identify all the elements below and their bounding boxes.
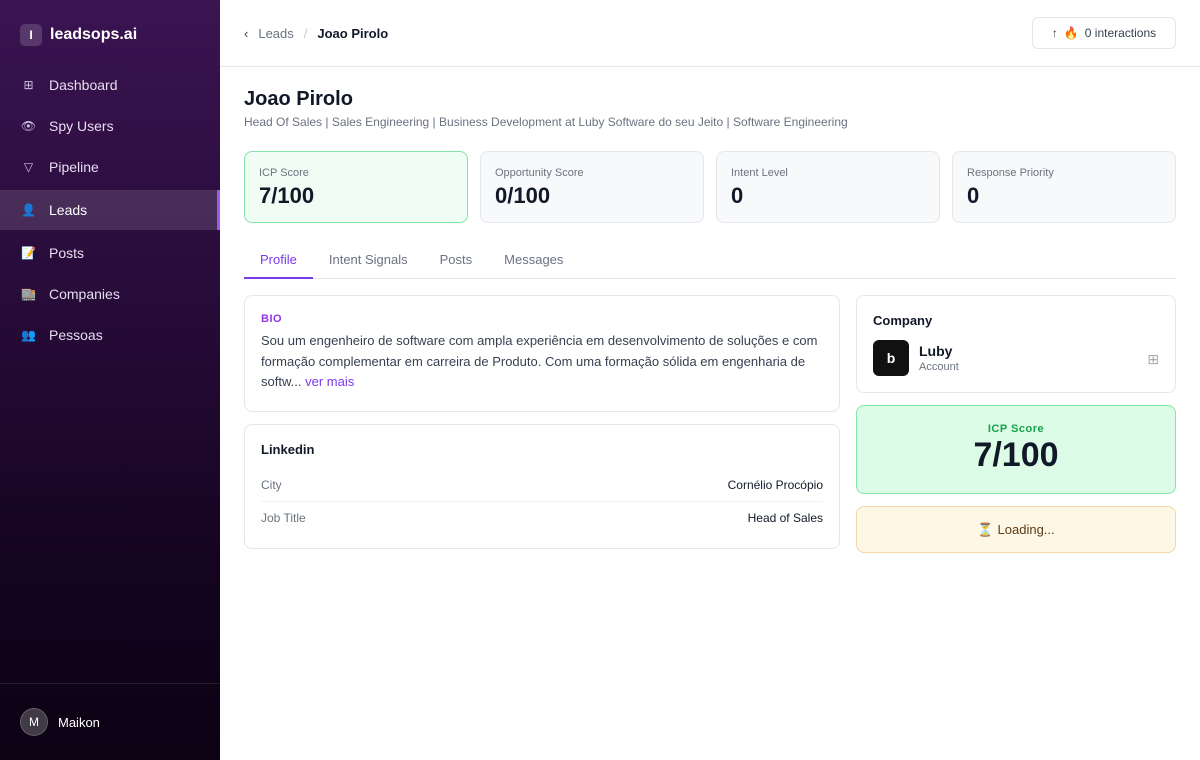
- top-bar: ‹ Leads / Joao Pirolo ↑ 🔥 0 interactions: [220, 0, 1200, 67]
- page-title: Joao Pirolo: [244, 88, 353, 110]
- detail-row-job-title: Job Title Head of Sales: [261, 501, 823, 533]
- tab-posts[interactable]: Posts: [424, 245, 489, 279]
- loading-card: ⏳ Loading...: [856, 506, 1176, 553]
- stat-response-priority: Response Priority 0: [952, 151, 1176, 223]
- stat-value: 0: [967, 183, 980, 208]
- detail-key: City: [261, 478, 282, 492]
- company-type: Account: [919, 361, 959, 373]
- loading-text: Loading...: [997, 522, 1055, 537]
- user-name: Maikon: [58, 714, 100, 730]
- sidebar-item-companies[interactable]: 🏬 Companies: [0, 276, 220, 312]
- sidebar-item-pipeline[interactable]: ▽ Pipeline: [0, 149, 220, 185]
- building-icon: 🏬: [21, 287, 36, 301]
- brand-logo-icon: I: [20, 24, 42, 46]
- stat-label: Intent Level: [731, 167, 788, 179]
- sidebar-item-label: Companies: [49, 286, 120, 302]
- breadcrumb-current: Joao Pirolo: [317, 26, 389, 41]
- breadcrumb-separator: /: [303, 26, 308, 41]
- company-logo: b: [873, 340, 909, 376]
- sidebar-item-label: Leads: [49, 202, 88, 218]
- company-card: Company b Luby Account ⊞: [856, 295, 1176, 393]
- linkedin-title: Linkedin: [261, 442, 315, 457]
- bio-text: Sou um engenheiro de software com ampla …: [261, 331, 823, 393]
- bio-title: BIO: [261, 313, 283, 325]
- stat-label: Response Priority: [967, 167, 1054, 179]
- linkedin-details: City Cornélio Procópio Job Title Head of…: [261, 469, 823, 533]
- stat-label: ICP Score: [259, 167, 309, 179]
- user-icon: 👤: [21, 203, 36, 217]
- detail-value: Cornélio Procópio: [727, 478, 823, 492]
- open-company-icon[interactable]: ⊞: [1147, 351, 1159, 368]
- brand-name: leadsops.ai: [50, 26, 138, 43]
- people-icon: 👥: [21, 328, 36, 342]
- lead-headline: Head Of Sales | Sales Engineering | Busi…: [244, 115, 848, 129]
- detail-key: Job Title: [261, 510, 306, 525]
- tab-messages[interactable]: Messages: [488, 245, 579, 279]
- ver-mais-link[interactable]: ver mais: [305, 374, 354, 389]
- eye-icon: 👁: [20, 119, 37, 133]
- sidebar-item-label: Pessoas: [49, 327, 103, 343]
- bio-card: BIO Sou um engenheiro de software com am…: [244, 295, 840, 412]
- sidebar-item-label: Spy Users: [49, 118, 114, 134]
- stat-opportunity-score: Opportunity Score 0/100: [480, 151, 704, 223]
- stat-label: Opportunity Score: [495, 167, 584, 179]
- sidebar: I leadsops.ai ⊞ Dashboard 👁 Spy Users ▽ …: [0, 0, 220, 760]
- breadcrumb-leads-link[interactable]: Leads: [258, 26, 293, 41]
- icp-score-value: 7/100: [973, 436, 1059, 474]
- funnel-icon: ▽: [23, 160, 34, 174]
- interactions-label: 0 interactions: [1084, 26, 1157, 40]
- company-section-title: Company: [873, 313, 933, 328]
- company-name: Luby: [919, 343, 953, 359]
- interactions-button[interactable]: ↑ 🔥 0 interactions: [1032, 17, 1176, 49]
- sidebar-item-spy-users[interactable]: 👁 Spy Users: [0, 108, 220, 144]
- stat-intent-level: Intent Level 0: [716, 151, 940, 223]
- sidebar-item-label: Posts: [49, 245, 85, 261]
- hourglass-icon: ⏳: [977, 521, 994, 537]
- icp-score-card: ICP Score 7/100: [856, 405, 1176, 494]
- detail-row-city: City Cornélio Procópio: [261, 469, 823, 501]
- stat-value: 0: [731, 183, 744, 208]
- brand[interactable]: I leadsops.ai: [20, 24, 137, 46]
- company-row[interactable]: b Luby Account: [873, 340, 1159, 376]
- dashboard-icon: ⊞: [23, 78, 34, 92]
- sidebar-item-posts[interactable]: 📝 Posts: [0, 235, 220, 271]
- sidebar-nav: ⊞ Dashboard 👁 Spy Users ▽ Pipeline 👤 Lea…: [0, 67, 220, 358]
- sidebar-item-dashboard[interactable]: ⊞ Dashboard: [0, 67, 220, 103]
- back-chevron-icon[interactable]: ‹: [244, 26, 248, 41]
- memo-icon: 📝: [21, 246, 36, 260]
- fire-icon: 🔥: [1063, 26, 1079, 40]
- arrow-up-icon: ↑: [1051, 26, 1058, 40]
- stat-icp-score: ICP Score 7/100: [244, 151, 468, 223]
- sidebar-item-label: Dashboard: [49, 77, 118, 93]
- sidebar-item-label: Pipeline: [49, 159, 99, 175]
- linkedin-card: Linkedin City Cornélio Procópio Job Titl…: [244, 424, 840, 549]
- stat-value: 0/100: [495, 183, 551, 208]
- breadcrumb: ‹ Leads / Joao Pirolo: [244, 26, 388, 41]
- sidebar-item-pessoas[interactable]: 👥 Pessoas: [0, 317, 220, 353]
- user-profile[interactable]: M Maikon: [0, 683, 220, 760]
- tab-bar: Profile Intent Signals Posts Messages: [244, 245, 1176, 279]
- sidebar-item-leads[interactable]: 👤 Leads: [0, 190, 220, 230]
- detail-value: Head of Sales: [747, 510, 823, 525]
- stat-value: 7/100: [259, 183, 315, 208]
- tab-profile[interactable]: Profile: [244, 245, 313, 279]
- tab-intent-signals[interactable]: Intent Signals: [313, 245, 424, 279]
- avatar: M: [20, 708, 48, 736]
- icp-score-label: ICP Score: [987, 423, 1045, 435]
